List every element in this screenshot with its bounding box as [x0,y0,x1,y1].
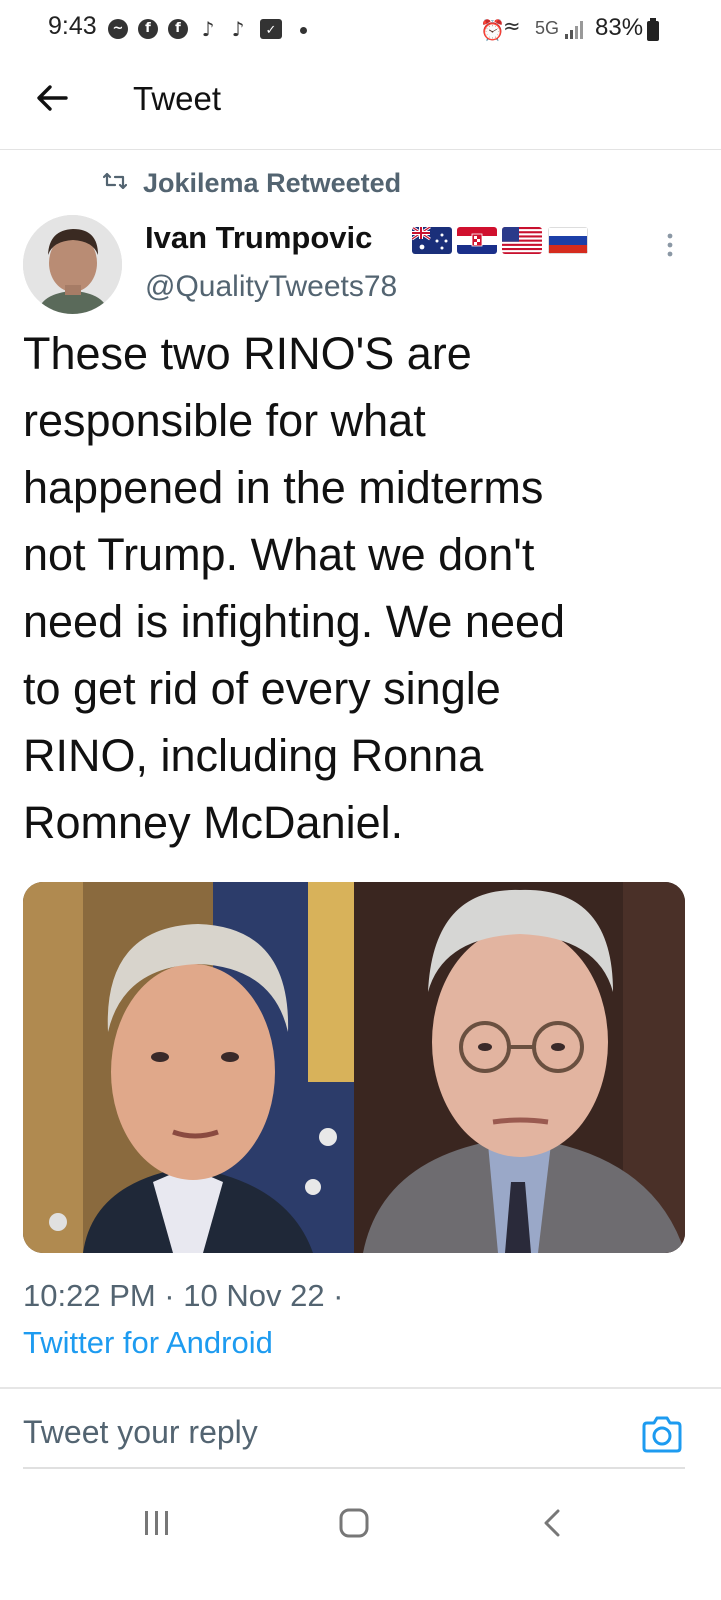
more-notifications-dot [300,27,307,34]
facebook-icon: f [168,19,188,39]
retweeted-by-label[interactable]: Jokilema Retweeted [143,168,401,199]
wifi-icon: ≈ [503,14,521,38]
tweet-text: These two RINO'S are responsible for wha… [23,328,566,848]
header-divider [0,149,721,150]
retweet-icon [103,172,127,190]
tweet-timestamp[interactable]: 10:22 PM · 10 Nov 22 · [23,1278,344,1314]
russia-flag-icon [548,227,588,254]
usa-flag-icon [502,227,542,254]
recent-apps-icon[interactable] [142,1508,172,1538]
more-options-icon[interactable] [660,230,680,260]
tweet-client-link[interactable]: Twitter for Android [23,1325,273,1361]
author-name[interactable]: Ivan Trumpovic [145,220,372,256]
croatia-flag-icon [457,227,497,254]
author-handle[interactable]: @QualityTweets78 [145,270,397,304]
divider [0,1387,721,1389]
task-app-icon: ✓ [260,19,282,39]
status-time: 9:43 [48,12,97,40]
camera-icon[interactable] [641,1415,683,1453]
tweet-photo-left [23,882,354,1253]
tiktok-icon: ♪ [201,17,215,41]
status-bar: 9:43 ~ f f ♪ ♪ ✓ ⏰ ≈ 5G 83% [0,0,721,60]
battery-icon [647,18,659,41]
battery-percent: 83% [595,14,644,41]
tweet-media[interactable] [23,882,685,1253]
nav-back-icon[interactable] [540,1508,564,1538]
reply-input[interactable] [23,1414,583,1451]
alarm-icon: ⏰ [480,18,505,42]
facebook-icon: f [138,19,158,39]
page-title: Tweet [133,80,222,117]
author-avatar[interactable] [23,215,122,314]
messenger-icon: ~ [108,19,128,39]
tiktok-icon: ♪ [231,17,245,41]
tweet-photo-right [354,882,685,1253]
back-arrow-icon[interactable] [32,78,72,118]
network-type: 5G [535,18,560,38]
reply-divider [23,1467,685,1469]
signal-icon [565,21,583,39]
australia-flag-icon [412,227,452,254]
home-icon[interactable] [339,1508,369,1538]
